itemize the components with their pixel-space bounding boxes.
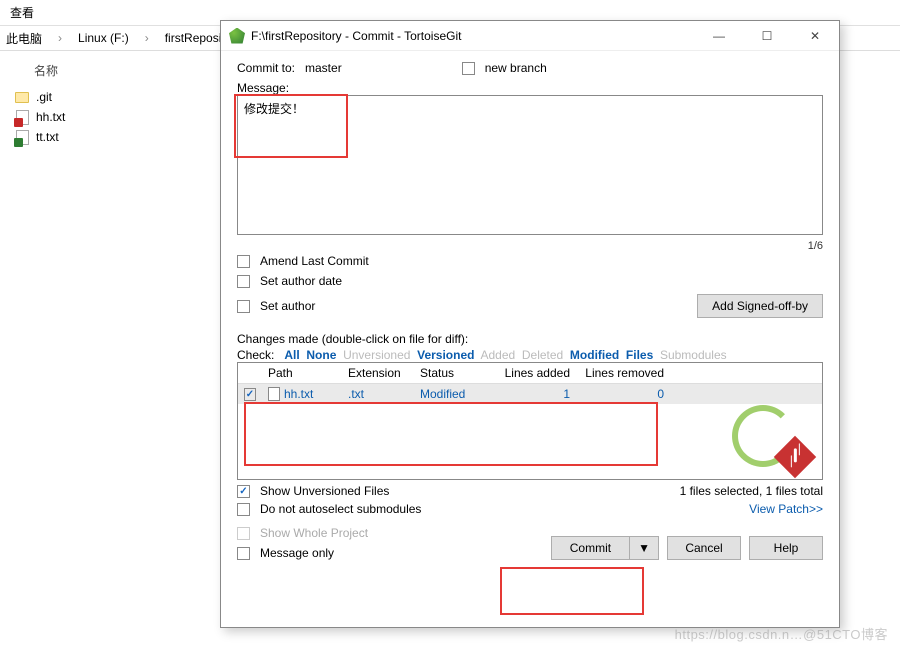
message-only-checkbox[interactable] bbox=[237, 547, 250, 560]
th-extension[interactable]: Extension bbox=[342, 363, 414, 383]
window-title: F:\firstRepository - Commit - TortoiseGi… bbox=[251, 29, 461, 43]
show-whole-label: Show Whole Project bbox=[260, 526, 368, 540]
table-row[interactable]: hh.txt .txt Modified 1 0 bbox=[238, 384, 822, 404]
filter-all[interactable]: All bbox=[284, 348, 299, 362]
message-label: Message: bbox=[237, 81, 823, 95]
new-branch-label: new branch bbox=[485, 61, 547, 75]
close-button[interactable]: ✕ bbox=[791, 21, 839, 51]
cell-added: 1 bbox=[490, 384, 576, 404]
table-header: Path Extension Status Lines added Lines … bbox=[238, 363, 822, 384]
check-label: Check: bbox=[237, 348, 274, 362]
cell-removed: 0 bbox=[576, 384, 670, 404]
folder-icon bbox=[14, 89, 30, 105]
list-item[interactable]: .git bbox=[14, 87, 206, 107]
changes-label: Changes made (double-click on file for d… bbox=[237, 332, 823, 346]
no-autoselect-label: Do not autoselect submodules bbox=[260, 502, 421, 516]
no-autoselect-checkbox[interactable] bbox=[237, 503, 250, 516]
changes-table[interactable]: Path Extension Status Lines added Lines … bbox=[237, 362, 823, 480]
amend-checkbox[interactable] bbox=[237, 255, 250, 268]
cell-status: Modified bbox=[414, 384, 490, 404]
th-path[interactable]: Path bbox=[262, 363, 342, 383]
file-list-pane: 名称 .git hh.txt tt.txt bbox=[0, 54, 220, 155]
filter-unversioned[interactable]: Unversioned bbox=[343, 348, 410, 362]
set-author-checkbox[interactable] bbox=[237, 300, 250, 313]
commit-message-input[interactable] bbox=[237, 95, 823, 235]
commit-button-group[interactable]: Commit ▼ bbox=[551, 536, 659, 560]
cell-ext: .txt bbox=[342, 384, 414, 404]
th-lines-added[interactable]: Lines added bbox=[490, 363, 576, 383]
maximize-button[interactable]: ☐ bbox=[743, 21, 791, 51]
show-whole-checkbox bbox=[237, 527, 250, 540]
add-signed-off-button[interactable]: Add Signed-off-by bbox=[697, 294, 823, 318]
list-item[interactable]: tt.txt bbox=[14, 127, 206, 147]
list-item[interactable]: hh.txt bbox=[14, 107, 206, 127]
th-lines-removed[interactable]: Lines removed bbox=[576, 363, 670, 383]
file-name: tt.txt bbox=[36, 130, 59, 144]
show-unversioned-checkbox[interactable] bbox=[237, 485, 250, 498]
column-name-header[interactable]: 名称 bbox=[14, 62, 206, 79]
commit-dropdown-caret[interactable]: ▼ bbox=[629, 537, 658, 559]
file-icon bbox=[268, 387, 280, 401]
crumb-drive[interactable]: Linux (F:) bbox=[72, 27, 135, 49]
show-unversioned-label: Show Unversioned Files bbox=[260, 484, 389, 498]
status-summary: 1 files selected, 1 files total bbox=[680, 484, 823, 498]
help-button[interactable]: Help bbox=[749, 536, 823, 560]
file-name: hh.txt bbox=[36, 110, 65, 124]
branch-name: master bbox=[305, 61, 342, 75]
filter-submodules[interactable]: Submodules bbox=[660, 348, 727, 362]
filter-deleted[interactable]: Deleted bbox=[522, 348, 563, 362]
commit-button[interactable]: Commit bbox=[552, 537, 629, 559]
filter-added[interactable]: Added bbox=[480, 348, 515, 362]
amend-label: Amend Last Commit bbox=[260, 254, 369, 268]
file-modified-icon bbox=[14, 109, 30, 125]
commit-to-label: Commit to: bbox=[237, 61, 295, 75]
message-counter: 1/6 bbox=[237, 238, 823, 254]
file-added-icon bbox=[14, 129, 30, 145]
set-date-checkbox[interactable] bbox=[237, 275, 250, 288]
new-branch-checkbox[interactable] bbox=[462, 62, 475, 75]
file-name: .git bbox=[36, 90, 52, 104]
minimize-button[interactable]: — bbox=[695, 21, 743, 51]
set-author-label: Set author bbox=[260, 299, 315, 313]
view-patch-link[interactable]: View Patch>> bbox=[749, 502, 823, 516]
chevron-right-icon: › bbox=[58, 31, 62, 45]
message-only-label: Message only bbox=[260, 546, 334, 560]
crumb-root[interactable]: 此电脑 bbox=[0, 26, 48, 51]
commit-dialog: F:\firstRepository - Commit - TortoiseGi… bbox=[220, 20, 840, 628]
filter-files[interactable]: Files bbox=[626, 348, 653, 362]
set-date-label: Set author date bbox=[260, 274, 342, 288]
th-status[interactable]: Status bbox=[414, 363, 490, 383]
cell-path: hh.txt bbox=[284, 387, 313, 401]
filter-versioned[interactable]: Versioned bbox=[417, 348, 474, 362]
cancel-button[interactable]: Cancel bbox=[667, 536, 741, 560]
filter-none[interactable]: None bbox=[306, 348, 336, 362]
tortoisegit-icon bbox=[229, 28, 245, 44]
filter-row: Check: All None Unversioned Versioned Ad… bbox=[237, 348, 823, 362]
row-checkbox[interactable] bbox=[244, 388, 256, 401]
chevron-right-icon: › bbox=[145, 31, 149, 45]
filter-modified[interactable]: Modified bbox=[570, 348, 619, 362]
titlebar[interactable]: F:\firstRepository - Commit - TortoiseGi… bbox=[221, 21, 839, 51]
